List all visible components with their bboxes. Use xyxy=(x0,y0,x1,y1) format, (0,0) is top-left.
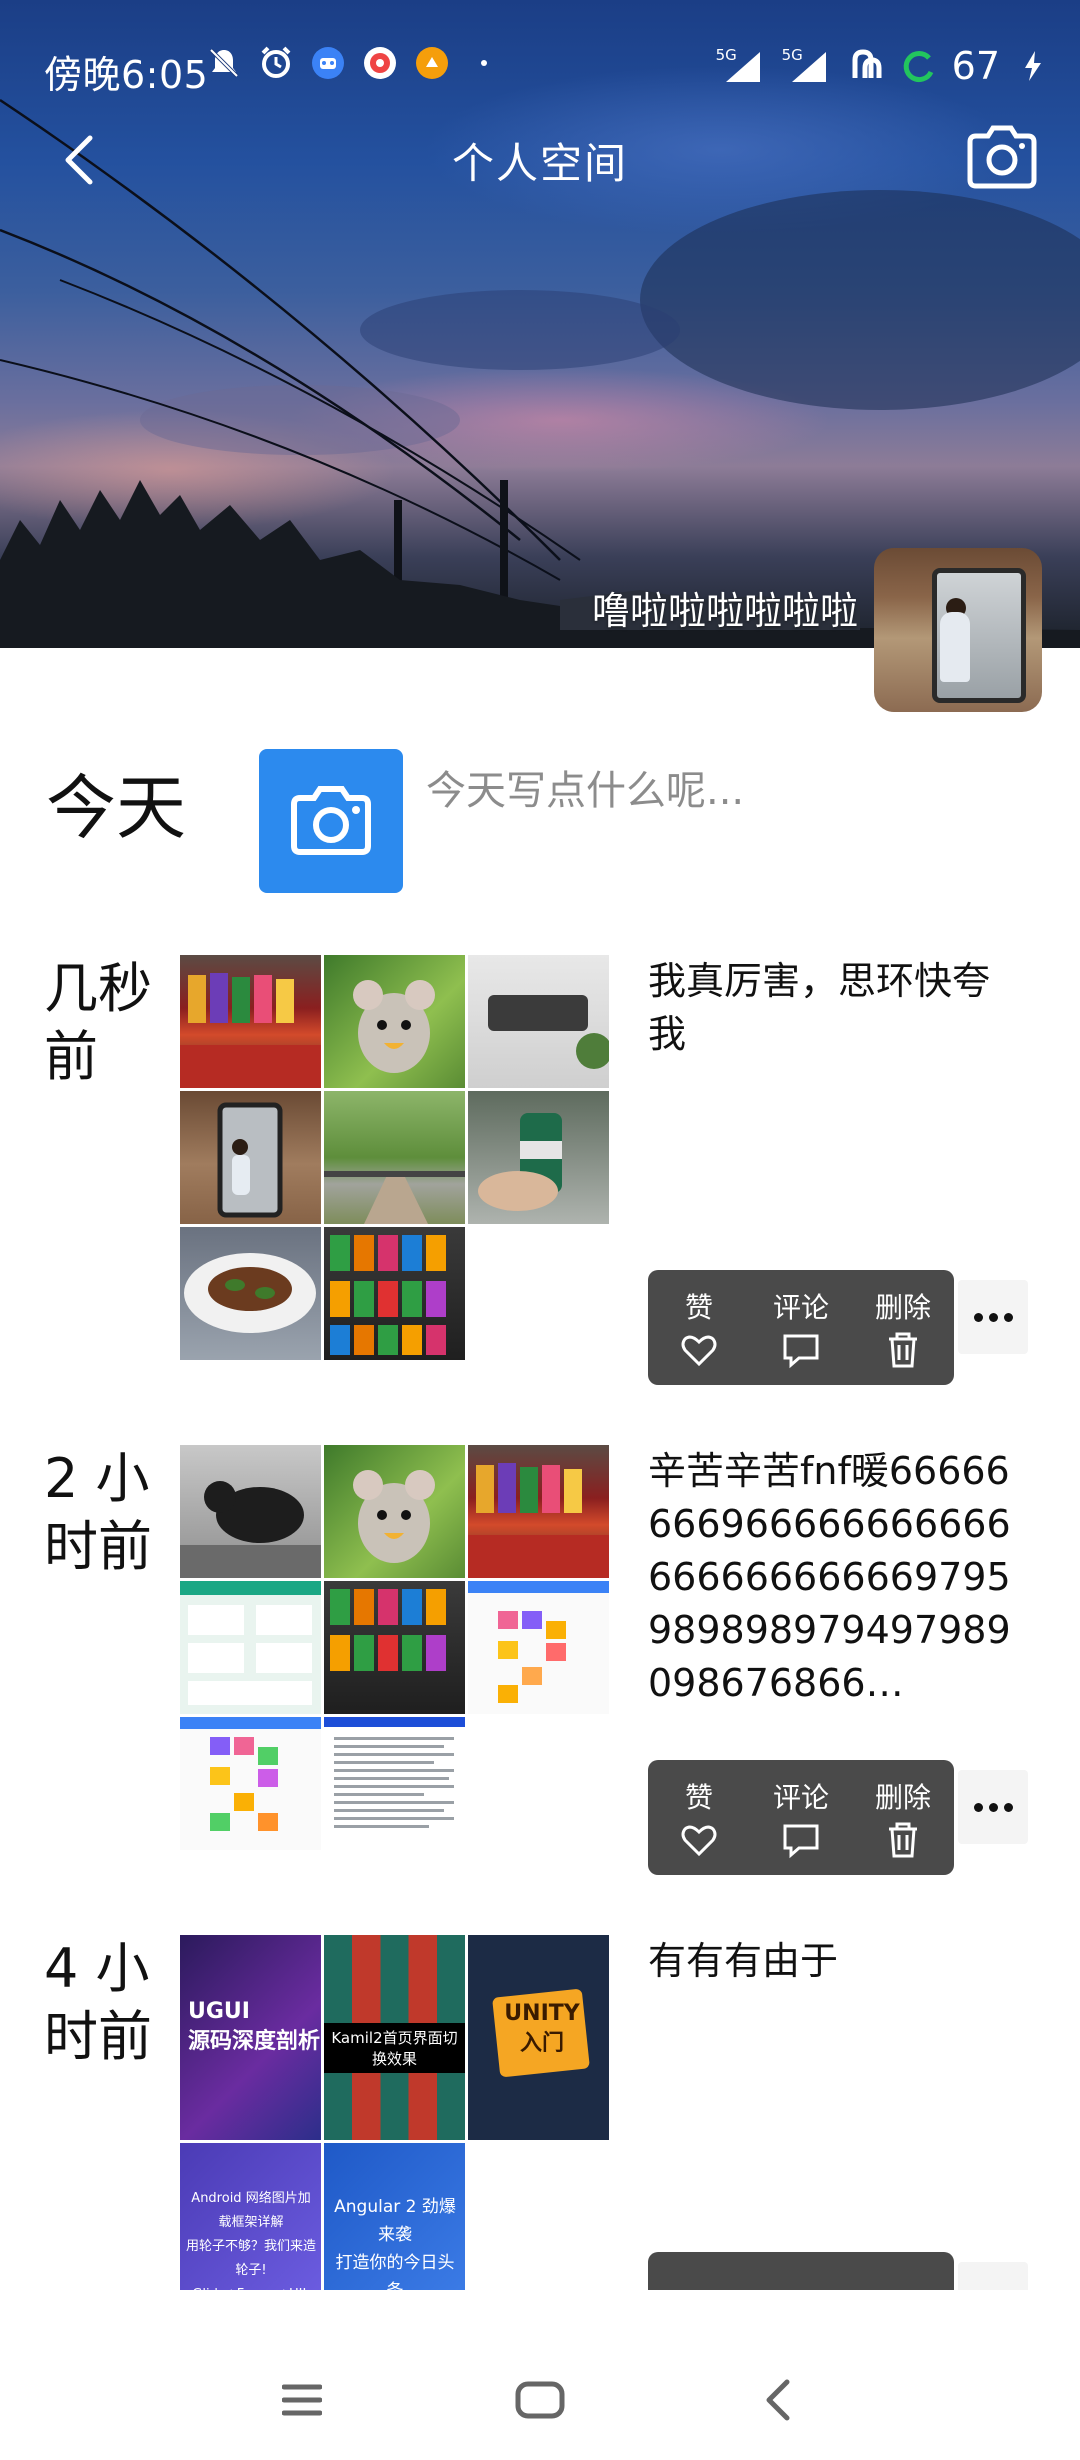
more-options-button[interactable] xyxy=(958,1280,1028,1354)
post-image-grid[interactable]: UGUI 源码深度剖析 Kamil2首页界面切换效果 UNITY 入门 Andr… xyxy=(180,1935,610,2290)
thumb-unity-banner[interactable]: UNITY 入门 xyxy=(468,1935,609,2140)
trash-icon xyxy=(889,1822,917,1857)
change-cover-camera-icon[interactable] xyxy=(964,124,1040,190)
hotspot-icon xyxy=(848,47,886,85)
thumb-cat-desk[interactable] xyxy=(180,1445,321,1578)
banner-angular-text: Angular 2 劲爆来袭 打造你的今日头条 xyxy=(334,2197,456,2290)
camera-icon xyxy=(291,786,371,855)
app-notification-icon-blue xyxy=(309,44,347,82)
comment-label: 评论 xyxy=(772,1780,829,1814)
home-icon[interactable] xyxy=(510,2370,570,2430)
thumb-avatar-girl[interactable] xyxy=(180,1091,321,1224)
thumb-shelf-snacks-2[interactable] xyxy=(324,1227,465,1360)
post-time: 2 小时前 xyxy=(44,1447,152,1578)
new-post-prompt[interactable]: 今天写点什么呢... xyxy=(426,758,744,816)
thumb-app-screenshot[interactable] xyxy=(180,1581,321,1714)
banner-ugui-text: UGUI 源码深度剖析 xyxy=(188,1999,321,2054)
heart-icon xyxy=(681,1335,717,1366)
mute-bell-icon xyxy=(205,44,243,82)
thumb-schedule-chart-2[interactable] xyxy=(180,1717,321,1850)
thumb-mouse-photo[interactable] xyxy=(324,955,465,1088)
charging-bolt-icon xyxy=(1014,47,1052,85)
delete-label: 删除 xyxy=(874,1290,931,1324)
more-options-button[interactable] xyxy=(958,1770,1028,1844)
thumb-document-page[interactable] xyxy=(324,1717,465,1850)
status-notification-icons xyxy=(205,44,503,82)
thumb-angular-banner[interactable]: Angular 2 劲爆来袭 打造你的今日头条 xyxy=(324,2143,465,2290)
delete-button[interactable]: 删除 xyxy=(858,1286,948,1370)
page-title: 个人空间 xyxy=(451,139,628,188)
post-image-grid[interactable] xyxy=(180,955,610,1365)
comment-button[interactable]: 评论 xyxy=(756,1286,846,1370)
thumb-kamil2-banner[interactable]: Kamil2首页界面切换效果 xyxy=(324,1935,465,2140)
system-back-icon[interactable] xyxy=(748,2370,808,2430)
comment-label: 评论 xyxy=(772,1290,829,1324)
post-text: 我真厉害，思环快夸我 xyxy=(648,959,991,1056)
status-bar: 傍晚6:05 5G 5G 67 xyxy=(0,0,1080,130)
data-saver-icon xyxy=(900,47,938,85)
post-action-bar: 赞 评论 删除 xyxy=(648,2252,954,2290)
more-options-button[interactable] xyxy=(958,2262,1028,2290)
comment-button[interactable]: 评论 xyxy=(756,1776,846,1860)
thumb-shelf-snacks[interactable] xyxy=(468,1445,609,1578)
thumb-shelf-snacks[interactable] xyxy=(180,955,321,1088)
delete-label: 删除 xyxy=(874,1780,931,1814)
thumb-shelf-snacks-2[interactable] xyxy=(324,1581,465,1714)
thumb-park-path[interactable] xyxy=(324,1091,465,1224)
new-post-camera-button[interactable] xyxy=(259,749,403,893)
banner-kamil2-text: Kamil2首页界面切换效果 xyxy=(324,2023,465,2073)
banner-android-text: Android 网络图片加载框架详解 用轮子不够？我们来造轮子! Glide+F… xyxy=(186,2191,317,2290)
banner-unity-text: UNITY 入门 xyxy=(504,2001,580,2056)
thumb-ugui-banner[interactable]: UGUI 源码深度剖析 xyxy=(180,1935,321,2140)
like-label: 赞 xyxy=(684,1780,713,1814)
post-text: 有有有由于 xyxy=(648,1939,839,1983)
delete-button[interactable]: 删除 xyxy=(858,1776,948,1860)
post-time: 几秒前 xyxy=(44,957,152,1088)
post-image-grid[interactable] xyxy=(180,1445,610,1855)
app-notification-icon-orange xyxy=(413,44,451,82)
signal-5g-icon: 5G xyxy=(716,46,768,86)
today-label: 今天 xyxy=(46,767,186,849)
signal-5g-icon-2: 5G xyxy=(782,46,834,86)
menu-icon[interactable] xyxy=(272,2370,332,2430)
profile-avatar[interactable] xyxy=(874,548,1042,712)
alarm-clock-icon xyxy=(257,44,295,82)
status-system-icons: 5G 5G 67 xyxy=(716,44,1052,88)
comment-icon xyxy=(783,1334,819,1368)
thumb-food-plate[interactable] xyxy=(180,1227,321,1360)
post-item: 几秒前 我真厉害，思环快夸我 赞 评论 删除 xyxy=(0,955,1080,1415)
thumb-keyboard-photo[interactable] xyxy=(468,955,609,1088)
thumb-drink-can[interactable] xyxy=(468,1091,609,1224)
post-text: 辛苦辛苦fnf暖66666666966666666666666666666669… xyxy=(648,1449,1011,1705)
personal-space-screen: 傍晚6:05 5G 5G 67 个人空间 噜啦啦啦啦啦啦 今天 今天写点什么呢.… xyxy=(0,0,1080,2460)
battery-level: 67 xyxy=(951,44,1000,88)
post-action-bar: 赞 评论 删除 xyxy=(648,1270,954,1385)
more-notifications-dot-icon xyxy=(465,44,503,82)
status-time: 傍晚6:05 xyxy=(44,53,209,97)
avatar-figure-body xyxy=(940,612,970,682)
post-action-bar: 赞 评论 删除 xyxy=(648,1760,954,1875)
thumb-schedule-chart[interactable] xyxy=(468,1581,609,1714)
trash-icon xyxy=(889,1332,917,1367)
like-button[interactable]: 赞 xyxy=(654,1776,744,1860)
comment-icon xyxy=(783,1824,819,1858)
thumb-android-banner[interactable]: Android 网络图片加载框架详解 用轮子不够？我们来造轮子! Glide+F… xyxy=(180,2143,321,2290)
username: 噜啦啦啦啦啦啦 xyxy=(591,589,858,633)
post-item: 2 小时前 辛苦辛苦fnf暖66666666966666666666666666… xyxy=(0,1445,1080,1905)
like-label: 赞 xyxy=(684,1290,713,1324)
thumb-mouse-photo[interactable] xyxy=(324,1445,465,1578)
post-item: 4 小时前 UGUI 源码深度剖析 Kamil2首页界面切换效果 UNITY 入… xyxy=(0,1935,1080,2290)
post-time: 4 小时前 xyxy=(44,1937,152,2068)
heart-icon xyxy=(681,1825,717,1856)
app-notification-icon-red xyxy=(361,44,399,82)
like-button[interactable]: 赞 xyxy=(654,1286,744,1370)
